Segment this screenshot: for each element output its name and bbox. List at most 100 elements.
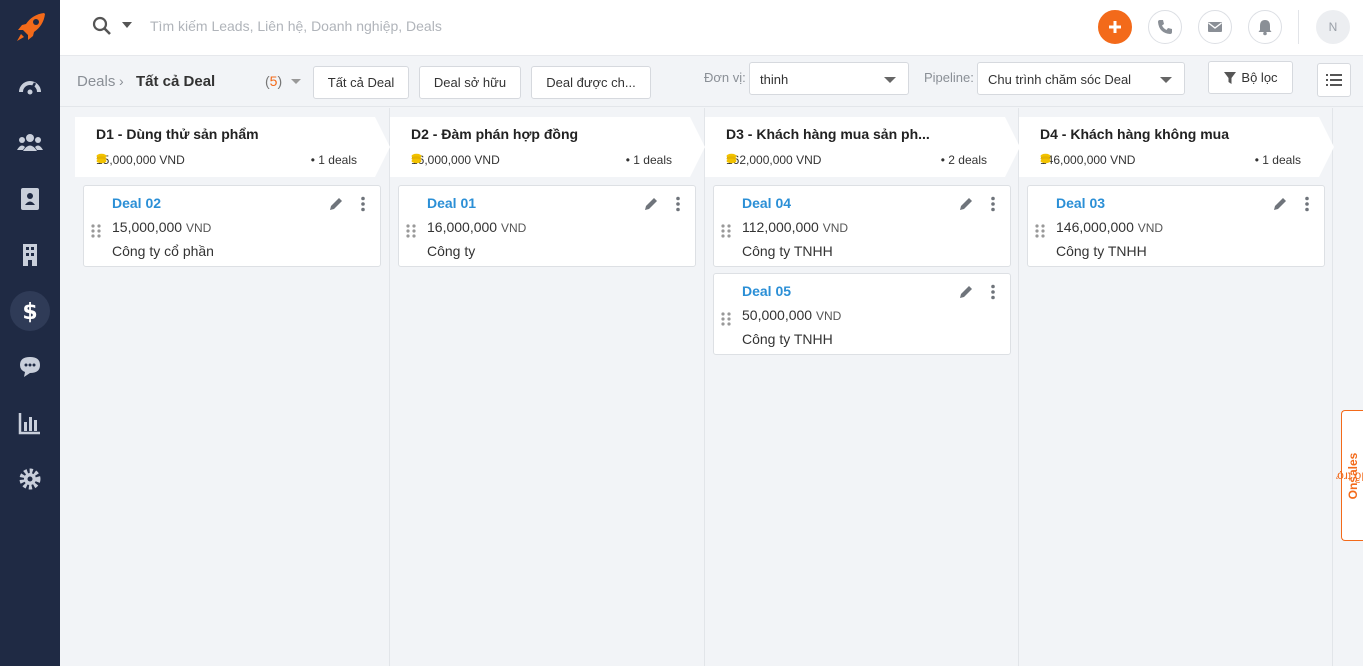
- filter-button[interactable]: Bộ lọc: [1208, 61, 1293, 94]
- pipeline-column: D4 - Khách hàng không mua 146,000,000 VN…: [1019, 108, 1334, 666]
- drag-icon[interactable]: [721, 312, 731, 326]
- edit-icon[interactable]: [958, 196, 974, 212]
- support-tab[interactable]: Hỗ trợ Onsales: [1336, 410, 1363, 541]
- column-title: D1 - Dùng thử sản phẩm: [96, 126, 259, 142]
- more-icon[interactable]: [990, 284, 996, 300]
- chevron-down-icon: [1160, 77, 1172, 83]
- deal-card[interactable]: Deal 01 16,000,000 VND Công ty: [398, 185, 696, 267]
- report-icon[interactable]: [10, 403, 50, 443]
- deal-title-link[interactable]: Deal 03: [1056, 195, 1105, 211]
- column-amount: 15,000,000 VND: [96, 153, 185, 167]
- column-amount: 16,000,000 VND: [411, 153, 500, 167]
- deal-title-link[interactable]: Deal 04: [742, 195, 791, 211]
- column-deal-count: • 2 deals: [940, 153, 987, 167]
- contacts-icon[interactable]: [10, 179, 50, 219]
- deal-currency: VND: [1137, 221, 1164, 235]
- more-icon[interactable]: [675, 196, 681, 212]
- view-caret-icon[interactable]: [291, 79, 301, 84]
- column-deal-count: • 1 deals: [1254, 153, 1301, 167]
- deal-card[interactable]: Deal 05 50,000,000 VND Công ty TNHH: [713, 273, 1011, 355]
- owned-deals-button[interactable]: Deal sở hữu: [419, 66, 521, 99]
- avatar[interactable]: N: [1316, 10, 1350, 44]
- deal-currency: VND: [822, 221, 849, 235]
- deal-amount-value: 112,000,000: [742, 219, 819, 235]
- top-bar: N: [60, 0, 1363, 56]
- list-view-button[interactable]: [1317, 63, 1351, 97]
- dollar-icon[interactable]: $: [10, 291, 50, 331]
- unit-select[interactable]: thinh: [749, 62, 909, 95]
- column-deal-count: • 1 deals: [625, 153, 672, 167]
- search-icon[interactable]: [92, 16, 112, 36]
- settings-icon[interactable]: [10, 459, 50, 499]
- pipeline-label: Pipeline:: [924, 70, 974, 85]
- deal-title-link[interactable]: Deal 01: [427, 195, 476, 211]
- rocket-logo-icon[interactable]: [14, 10, 48, 44]
- column-header: D3 - Khách hàng mua sản ph... 162,000,00…: [705, 117, 1020, 177]
- add-button[interactable]: [1098, 10, 1132, 44]
- deal-company: Công ty TNHH: [742, 331, 833, 347]
- deal-card[interactable]: Deal 03 146,000,000 VND Công ty TNHH: [1027, 185, 1325, 267]
- phone-button[interactable]: [1148, 10, 1182, 44]
- column-title: D3 - Khách hàng mua sản ph...: [726, 126, 930, 142]
- more-icon[interactable]: [1304, 196, 1310, 212]
- list-icon: [1326, 74, 1342, 86]
- column-title: D4 - Khách hàng không mua: [1040, 126, 1230, 142]
- more-icon[interactable]: [360, 196, 366, 212]
- search-scope-caret-icon[interactable]: [122, 22, 132, 28]
- deal-currency: VND: [500, 221, 527, 235]
- drag-icon[interactable]: [91, 224, 101, 238]
- bell-icon: [1258, 20, 1272, 36]
- coin-icon: [726, 153, 737, 164]
- deal-title-link[interactable]: Deal 05: [742, 283, 791, 299]
- pipeline-select[interactable]: Chu trình chăm sóc Deal: [977, 62, 1185, 95]
- edit-icon[interactable]: [643, 196, 659, 212]
- phone-icon: [1158, 20, 1172, 34]
- drag-icon[interactable]: [721, 224, 731, 238]
- column-amount-value: 15,000,000 VND: [96, 153, 185, 167]
- edit-icon[interactable]: [1272, 196, 1288, 212]
- deal-company: Công ty TNHH: [742, 243, 833, 259]
- unit-label: Đơn vị:: [704, 70, 746, 85]
- deal-card[interactable]: Deal 04 112,000,000 VND Công ty TNHH: [713, 185, 1011, 267]
- column-amount-value: 162,000,000 VND: [726, 153, 822, 167]
- column-amount-value: 16,000,000 VND: [411, 153, 500, 167]
- toolbar: Deals › Tất cả Deal (5) Tất cả Deal Deal…: [60, 57, 1363, 107]
- kanban-board: D1 - Dùng thử sản phẩm 15,000,000 VND • …: [60, 108, 1334, 666]
- deal-card[interactable]: Deal 02 15,000,000 VND Công ty cổ phần: [83, 185, 381, 267]
- edit-icon[interactable]: [958, 284, 974, 300]
- deal-title-link[interactable]: Deal 02: [112, 195, 161, 211]
- more-icon[interactable]: [990, 196, 996, 212]
- pipeline-column: D2 - Đàm phán hợp đồng 16,000,000 VND • …: [390, 108, 705, 666]
- deal-company: Công ty: [427, 243, 476, 259]
- filter-icon: [1224, 71, 1237, 84]
- column-amount: 146,000,000 VND: [1040, 153, 1135, 167]
- breadcrumb-separator: ›: [119, 73, 124, 89]
- edit-icon[interactable]: [328, 196, 344, 212]
- pipeline-column: D1 - Dùng thử sản phẩm 15,000,000 VND • …: [75, 108, 390, 666]
- chat-icon[interactable]: [10, 347, 50, 387]
- all-deals-button[interactable]: Tất cả Deal: [313, 66, 409, 99]
- breadcrumb-current: Tất cả Deal: [136, 73, 216, 90]
- notification-button[interactable]: [1248, 10, 1282, 44]
- column-header: D2 - Đàm phán hợp đồng 16,000,000 VND • …: [390, 117, 705, 177]
- deal-amount: 146,000,000 VND: [1056, 219, 1163, 235]
- cared-deals-button[interactable]: Deal được ch...: [531, 66, 651, 99]
- drag-icon[interactable]: [406, 224, 416, 238]
- deal-amount-value: 50,000,000: [742, 307, 813, 323]
- column-amount-value: 146,000,000 VND: [1040, 153, 1136, 167]
- users-icon[interactable]: [10, 123, 50, 163]
- deal-amount: 112,000,000 VND: [742, 219, 848, 235]
- building-icon[interactable]: [10, 235, 50, 275]
- coin-icon: [411, 153, 422, 164]
- deal-amount-value: 16,000,000: [427, 219, 498, 235]
- support-prefix: Hỗ trợ: [1335, 468, 1363, 483]
- drag-icon[interactable]: [1035, 224, 1045, 238]
- mail-icon: [1208, 22, 1222, 32]
- column-header: D1 - Dùng thử sản phẩm 15,000,000 VND • …: [75, 117, 390, 177]
- dashboard-icon[interactable]: [10, 67, 50, 107]
- breadcrumb-deals[interactable]: Deals: [77, 73, 115, 90]
- search-input[interactable]: [150, 14, 570, 38]
- coin-icon: [1040, 153, 1051, 164]
- deal-count-number: 5: [269, 73, 278, 89]
- mail-button[interactable]: [1198, 10, 1232, 44]
